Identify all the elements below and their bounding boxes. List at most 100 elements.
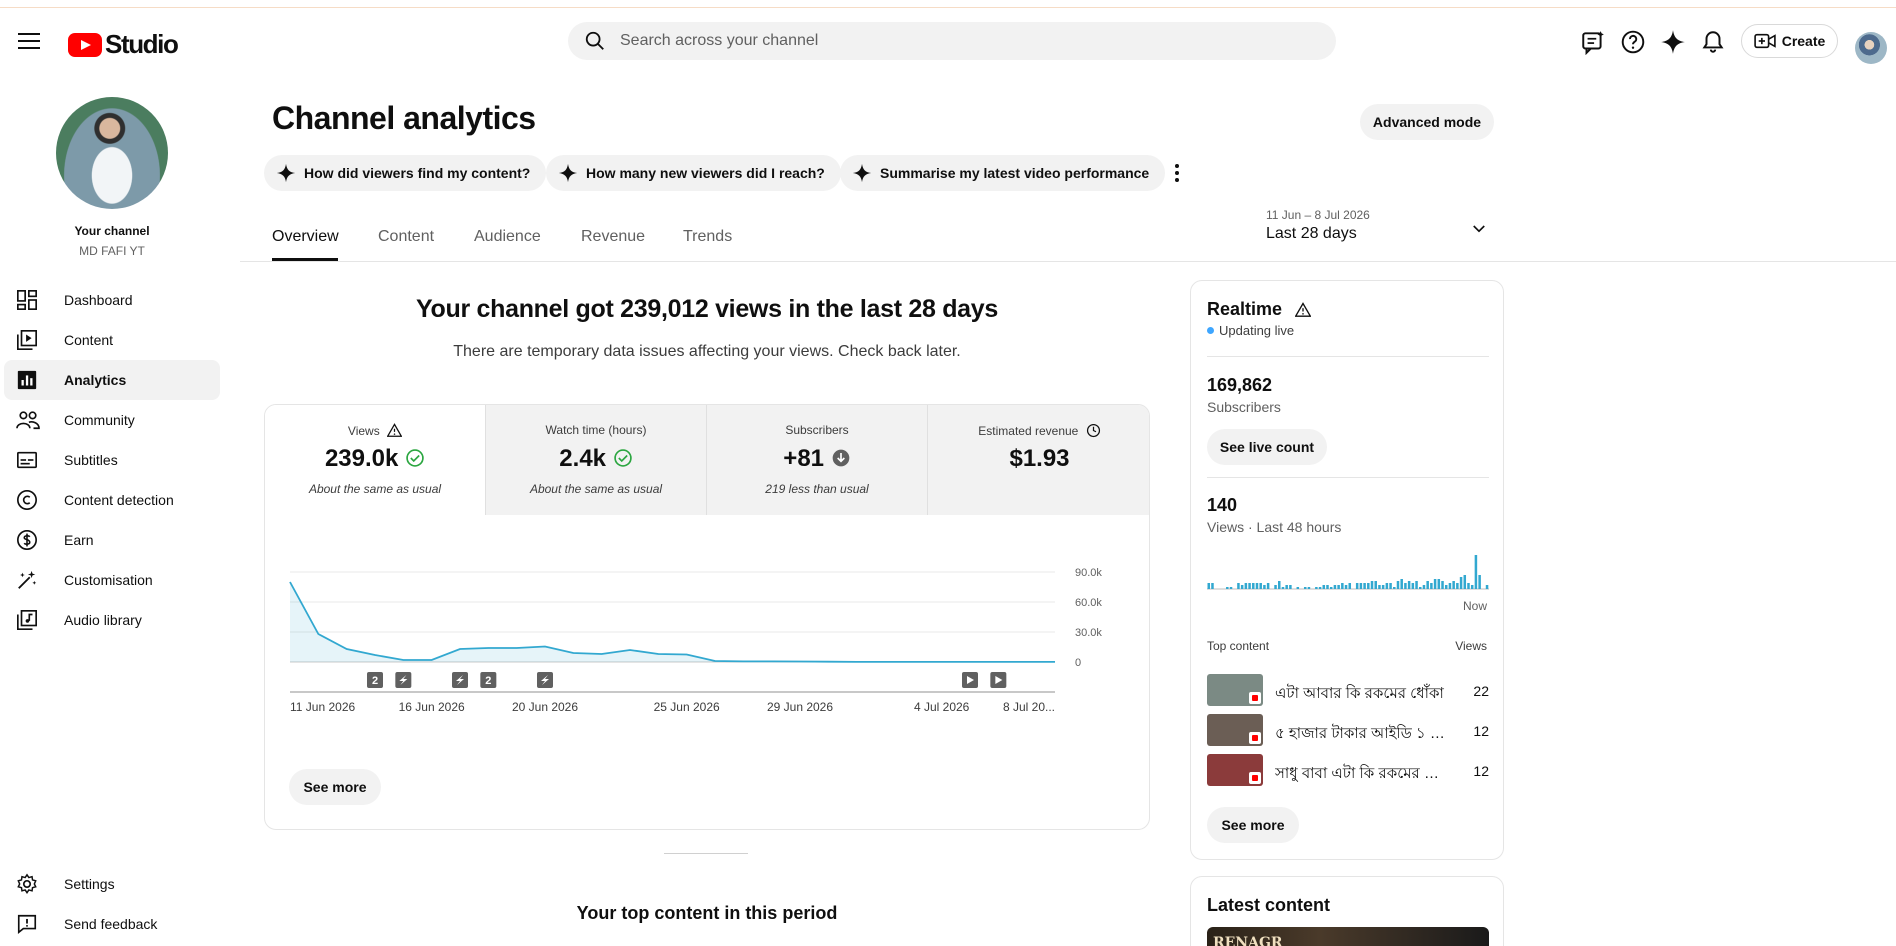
studio-logo[interactable]: Studio bbox=[68, 29, 179, 60]
x-tick-label: 4 Jul 2026 bbox=[914, 700, 970, 714]
clock-icon bbox=[1086, 423, 1100, 438]
marker-count: 2 bbox=[372, 675, 378, 687]
tab-content[interactable]: Content bbox=[378, 228, 434, 246]
sparkline-bar bbox=[1448, 583, 1452, 589]
comment-icon[interactable] bbox=[1580, 29, 1606, 55]
logo-text: Studio bbox=[105, 29, 179, 59]
views-chart[interactable]: 90.0k 60.0k 30.0k 0 11 Jun 2026 16 Jun 2026 20… bbox=[265, 515, 1150, 735]
sparkline-bar bbox=[1266, 583, 1270, 589]
advanced-mode-button[interactable]: Advanced mode bbox=[1360, 104, 1494, 140]
sidebar-item-customisation[interactable]: Customisation bbox=[4, 560, 220, 600]
subtitles-icon bbox=[17, 451, 37, 469]
metric-watch-time[interactable]: Watch time (hours) 2.4k About the same a… bbox=[486, 405, 707, 515]
sparkline-bar bbox=[1344, 585, 1348, 589]
date-period[interactable]: Last 28 days bbox=[1266, 225, 1357, 243]
tab-overview[interactable]: Overview bbox=[272, 228, 339, 246]
help-icon[interactable] bbox=[1620, 29, 1646, 55]
copyright-icon bbox=[17, 490, 37, 510]
now-label: Now bbox=[1463, 599, 1488, 613]
marker-count: 2 bbox=[485, 675, 491, 687]
audio-library-icon bbox=[17, 610, 37, 630]
sidebar-item-send-feedback[interactable]: Send feedback bbox=[4, 904, 220, 944]
realtime-subscribers-label: Subscribers bbox=[1207, 399, 1281, 415]
check-circle-icon bbox=[406, 449, 424, 467]
shorts-icon bbox=[1249, 732, 1261, 744]
sparkline-bar bbox=[1452, 581, 1455, 589]
sparkline-bar bbox=[1474, 555, 1478, 589]
x-tick-label: 8 Jul 20... bbox=[1003, 700, 1055, 714]
sparkline-bar bbox=[1426, 581, 1429, 589]
sparkline-bar bbox=[1407, 581, 1411, 589]
sparkle-icon bbox=[852, 163, 872, 183]
create-label: Create bbox=[1781, 33, 1826, 49]
views-column-header: Views bbox=[1455, 639, 1487, 653]
sparkline-bar bbox=[1367, 583, 1370, 589]
sidebar-item-settings[interactable]: Settings bbox=[4, 864, 220, 904]
realtime-subscribers-value: 169,862 bbox=[1207, 375, 1273, 395]
warning-icon bbox=[1294, 302, 1312, 317]
sidebar-item-audio-library[interactable]: Audio library bbox=[4, 600, 220, 640]
video-thumbnail bbox=[1207, 674, 1263, 706]
tab-audience[interactable]: Audience bbox=[474, 228, 541, 246]
sidebar-item-analytics[interactable]: Analytics bbox=[4, 360, 220, 400]
search-input[interactable] bbox=[620, 32, 1300, 50]
search-bar[interactable] bbox=[568, 22, 1336, 60]
create-video-icon bbox=[1753, 33, 1776, 49]
top-content-row[interactable]: সাধু বাবা এটা কি রকমের অদ্ভুত 12 bbox=[1207, 754, 1489, 788]
sidebar-item-label: Dashboard bbox=[64, 292, 133, 308]
sparkline-bar bbox=[1396, 581, 1400, 589]
ask-chip-viewers[interactable]: How did viewers find my content? bbox=[264, 155, 547, 191]
top-content-row[interactable]: এটা আবার কি রকমের ধোঁকা 22 bbox=[1207, 674, 1489, 708]
sparkline-bar bbox=[1485, 585, 1489, 589]
sidebar-item-subtitles[interactable]: Subtitles bbox=[4, 440, 220, 480]
y-tick-label: 30.0k bbox=[1075, 627, 1102, 639]
gear-icon bbox=[17, 873, 37, 895]
sidebar-item-content[interactable]: Content bbox=[4, 320, 220, 360]
page-title: Channel analytics bbox=[272, 100, 536, 136]
sidebar-item-earn[interactable]: Earn bbox=[4, 520, 220, 560]
metric-views[interactable]: Views 239.0k About the same as usual bbox=[265, 405, 486, 515]
date-range[interactable]: 11 Jun – 8 Jul 2026 bbox=[1266, 208, 1370, 222]
sparkline-bar bbox=[1467, 583, 1470, 589]
metric-value: $1.93 bbox=[1009, 445, 1070, 472]
realtime-views-sparkline[interactable] bbox=[1207, 553, 1489, 593]
sparkline-bar bbox=[1326, 585, 1329, 589]
sparkline-bar bbox=[1444, 585, 1448, 589]
realtime-title: Realtime bbox=[1207, 299, 1312, 320]
latest-video-thumbnail[interactable]: RENAGR bbox=[1207, 927, 1489, 946]
realtime-see-more-button[interactable]: See more bbox=[1207, 807, 1299, 843]
sidebar-item-community[interactable]: Community bbox=[4, 400, 220, 440]
menu-icon[interactable] bbox=[14, 28, 44, 52]
top-content-row[interactable]: ৫ হাজার টাকার আইডি ১ টাকায় 12 bbox=[1207, 714, 1489, 748]
channel-avatar[interactable] bbox=[56, 97, 168, 209]
ask-chip-latest-video[interactable]: Summarise my latest video performance bbox=[840, 155, 1166, 191]
tab-revenue[interactable]: Revenue bbox=[581, 228, 645, 246]
more-options-icon[interactable] bbox=[1173, 162, 1181, 182]
metric-subscribers[interactable]: Subscribers +81 219 less than usual bbox=[707, 405, 928, 515]
sparkle-icon bbox=[558, 163, 578, 183]
sparkle-icon[interactable] bbox=[1660, 29, 1686, 55]
sparkline-bar bbox=[1459, 577, 1463, 589]
overview-subline: There are temporary data issues affectin… bbox=[453, 343, 961, 360]
ask-chip-new-viewers[interactable]: How many new viewers did I reach? bbox=[546, 155, 841, 191]
sparkline-bar bbox=[1393, 587, 1396, 589]
views-area bbox=[290, 582, 1055, 662]
notifications-icon[interactable] bbox=[1700, 29, 1726, 55]
metric-title: Watch time (hours) bbox=[545, 423, 647, 437]
arrow-down-circle-icon bbox=[832, 449, 850, 467]
sparkline-bar bbox=[1322, 585, 1326, 589]
sidebar-item-dashboard[interactable]: Dashboard bbox=[4, 280, 220, 320]
create-button[interactable]: Create bbox=[1741, 24, 1838, 58]
sparkline-bar bbox=[1441, 581, 1444, 589]
sparkline-bar bbox=[1400, 579, 1403, 589]
metric-estimated-revenue[interactable]: Estimated revenue $1.93 bbox=[928, 405, 1149, 515]
youtube-play-icon bbox=[68, 32, 102, 57]
see-more-button[interactable]: See more bbox=[289, 769, 381, 805]
sparkline-bar bbox=[1237, 583, 1240, 589]
tab-trends[interactable]: Trends bbox=[683, 228, 732, 246]
sparkline-bar bbox=[1374, 581, 1377, 589]
account-avatar[interactable] bbox=[1855, 32, 1887, 64]
sidebar-item-content-detection[interactable]: Content detection bbox=[4, 480, 220, 520]
see-live-count-button[interactable]: See live count bbox=[1207, 429, 1327, 465]
chevron-down-icon[interactable] bbox=[1470, 220, 1488, 238]
